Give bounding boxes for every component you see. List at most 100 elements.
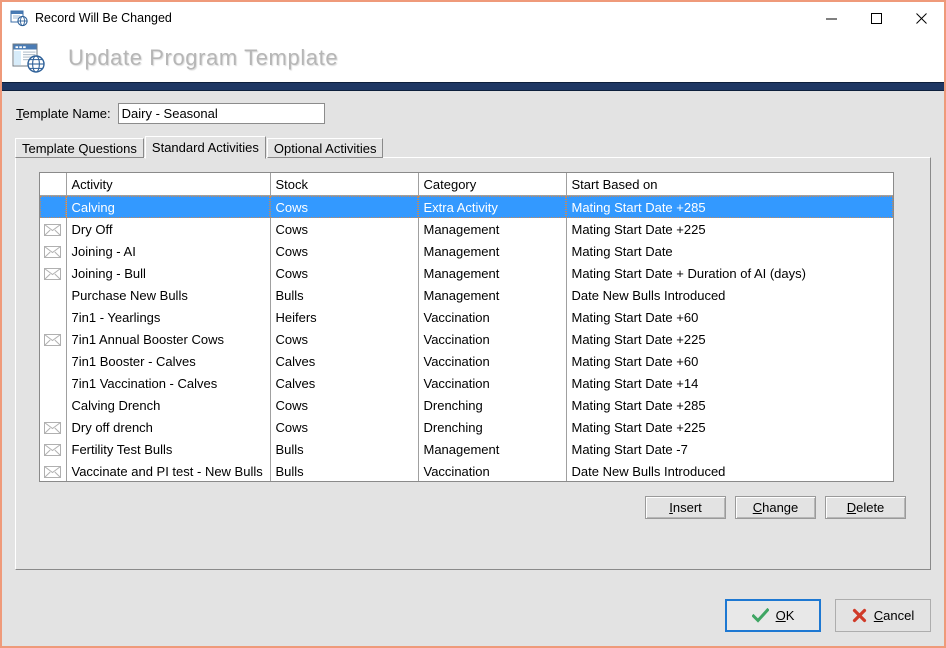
row-icon-cell — [40, 328, 67, 350]
cell-category: Management — [418, 438, 567, 460]
cell-activity: 7in1 Annual Booster Cows — [66, 328, 271, 350]
cell-start-based-on: Mating Start Date +285 — [566, 394, 893, 416]
envelope-icon — [44, 422, 62, 435]
minimize-button[interactable] — [809, 3, 854, 33]
row-icon-cell — [40, 218, 67, 240]
envelope-icon — [44, 334, 62, 347]
table-row[interactable]: Joining - AI Cows Management Mating Start D… — [40, 240, 893, 262]
row-icon-cell — [40, 262, 67, 284]
cell-activity: Joining - Bull — [66, 262, 271, 284]
column-header-start-based-on[interactable]: Start Based on — [566, 173, 893, 196]
cell-category: Vaccination — [418, 306, 567, 328]
cell-stock: Heifers — [270, 306, 419, 328]
tab-panel-standard-activities: Activity Stock Category Start Based on C… — [15, 157, 931, 570]
tab-standard-activities[interactable]: Standard Activities — [144, 136, 266, 159]
table-row[interactable]: 7in1 Booster - Calves Calves Vaccination Ma… — [40, 350, 893, 372]
table-row[interactable]: 7in1 Vaccination - Calves Calves Vaccinati… — [40, 372, 893, 394]
cell-start-based-on: Mating Start Date -7 — [566, 438, 893, 460]
banner-divider — [2, 82, 944, 91]
cell-category: Vaccination — [418, 372, 567, 394]
table-row[interactable]: Fertility Test Bulls Bulls Management Matin… — [40, 438, 893, 460]
row-icon-cell — [40, 350, 67, 372]
window-globe-icon — [10, 9, 28, 27]
column-header-category[interactable]: Category — [418, 173, 567, 196]
check-icon — [751, 608, 769, 623]
cell-start-based-on: Mating Start Date +14 — [566, 372, 893, 394]
cell-category: Drenching — [418, 394, 567, 416]
cell-activity: Dry Off — [66, 218, 271, 240]
cell-activity: 7in1 Booster - Calves — [66, 350, 271, 372]
cell-category: Extra Activity — [418, 195, 567, 218]
column-header-stock[interactable]: Stock — [270, 173, 419, 196]
column-header-activity[interactable]: Activity — [66, 173, 271, 196]
table-row[interactable]: Calving Drench Cows Drenching Mating Start … — [40, 394, 893, 416]
cell-start-based-on: Mating Start Date +60 — [566, 306, 893, 328]
cancel-button-label: Cancel — [873, 608, 915, 623]
cell-stock: Bulls — [270, 438, 419, 460]
cell-category: Management — [418, 262, 567, 284]
cell-activity: Vaccinate and PI test - New Bulls — [66, 460, 271, 481]
cell-stock: Cows — [270, 416, 419, 438]
cell-activity: Calving — [66, 195, 271, 218]
cell-category: Management — [418, 218, 567, 240]
envelope-icon — [44, 268, 62, 281]
delete-button[interactable]: Delete — [825, 496, 906, 519]
table-row[interactable]: Vaccinate and PI test - New Bulls Bulls Va… — [40, 460, 893, 481]
activities-grid[interactable]: Activity Stock Category Start Based on C… — [39, 172, 894, 482]
envelope-icon — [44, 224, 62, 237]
cell-start-based-on: Mating Start Date +225 — [566, 416, 893, 438]
cell-stock: Cows — [270, 240, 419, 262]
table-row[interactable]: Dry Off Cows Management Mating Start Date +… — [40, 218, 893, 240]
table-row[interactable]: Joining - Bull Cows Management Mating Start… — [40, 262, 893, 284]
cell-stock: Cows — [270, 262, 419, 284]
close-button[interactable] — [899, 3, 944, 33]
cell-stock: Cows — [270, 394, 419, 416]
cell-start-based-on: Mating Start Date + Duration of AI (days… — [566, 262, 893, 284]
ok-button-label: OK — [775, 608, 795, 623]
template-name-input[interactable] — [117, 103, 325, 124]
tab-template-questions[interactable]: Template Questions — [15, 138, 144, 158]
window-globe-icon — [12, 42, 46, 74]
cell-activity: Dry off drench — [66, 416, 271, 438]
cancel-button[interactable]: Cancel — [835, 599, 931, 632]
row-icon-cell — [40, 394, 67, 416]
row-icon-cell — [40, 240, 67, 262]
table-row[interactable]: Purchase New Bulls Bulls Management Date Ne… — [40, 284, 893, 306]
template-name-row: Template Name: — [16, 103, 325, 124]
cell-stock: Cows — [270, 218, 419, 240]
insert-button[interactable]: Insert — [645, 496, 726, 519]
change-button[interactable]: Change — [735, 496, 816, 519]
tab-strip: Template Questions Standard Activities O… — [15, 135, 384, 159]
maximize-button[interactable] — [854, 3, 899, 33]
activities-table: Activity Stock Category Start Based on C… — [40, 173, 893, 481]
dialog-window: Record Will Be Changed Update Program Te… — [0, 0, 946, 648]
cross-icon — [852, 608, 867, 623]
row-icon-cell — [40, 284, 67, 306]
cell-category: Drenching — [418, 416, 567, 438]
row-icon-cell — [40, 372, 67, 394]
tab-optional-activities[interactable]: Optional Activities — [266, 138, 384, 158]
cell-start-based-on: Mating Start Date +60 — [566, 350, 893, 372]
row-icon-cell — [40, 416, 67, 438]
cell-category: Vaccination — [418, 460, 567, 481]
cell-activity: Fertility Test Bulls — [66, 438, 271, 460]
column-header-icon[interactable] — [40, 173, 67, 196]
envelope-icon — [44, 246, 62, 259]
ok-button[interactable]: OK — [725, 599, 821, 632]
cell-category: Vaccination — [418, 350, 567, 372]
row-icon-cell — [40, 438, 67, 460]
cell-start-based-on: Mating Start Date +225 — [566, 328, 893, 350]
title-bar: Record Will Be Changed — [2, 2, 944, 34]
table-row[interactable]: Dry off drench Cows Drenching Mating Start … — [40, 416, 893, 438]
cell-start-based-on: Date New Bulls Introduced — [566, 284, 893, 306]
table-row[interactable]: Calving Cows Extra Activity Mating Start Da… — [40, 195, 893, 218]
cell-stock: Cows — [270, 328, 419, 350]
cell-category: Vaccination — [418, 328, 567, 350]
grid-action-buttons: Insert Change Delete — [645, 496, 906, 519]
cell-start-based-on: Date New Bulls Introduced — [566, 460, 893, 481]
table-row[interactable]: 7in1 - Yearlings Heifers Vaccination Mating… — [40, 306, 893, 328]
cell-stock: Calves — [270, 372, 419, 394]
table-body: Calving Cows Extra Activity Mating Start Da… — [40, 195, 893, 481]
table-row[interactable]: 7in1 Annual Booster Cows Cows Vaccination M… — [40, 328, 893, 350]
row-icon-cell — [40, 306, 67, 328]
